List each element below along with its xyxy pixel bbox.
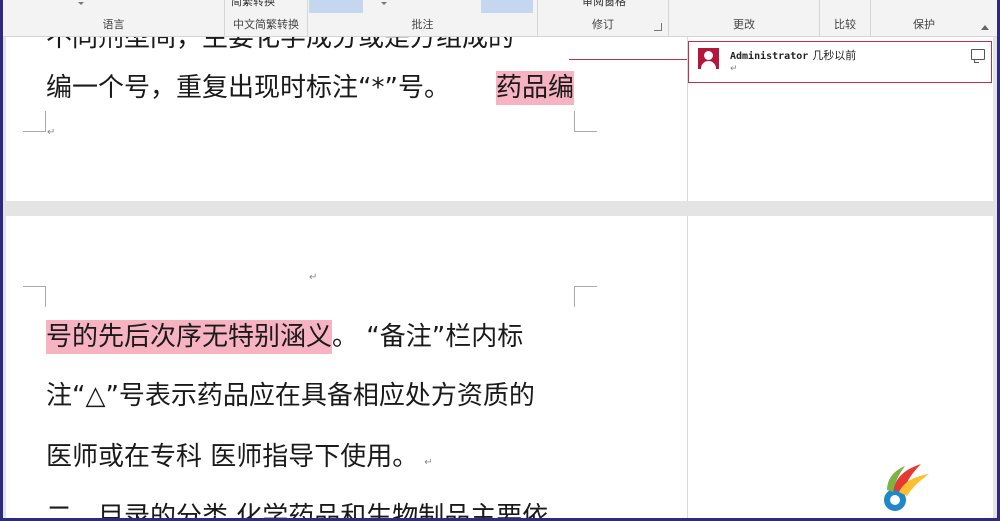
paragraph-mark: ↵ — [424, 457, 433, 468]
ribbon-group-label: 修订 — [592, 18, 614, 31]
margin-corner-mark — [23, 286, 46, 307]
markup-area — [687, 216, 993, 518]
commented-text-highlight[interactable]: 药品编 — [495, 71, 574, 105]
dialog-launcher-icon[interactable] — [654, 23, 662, 31]
document-text-line: 不同剂型间，主要化学成分或是方组成的 — [46, 37, 515, 53]
ribbon-group-label: 批注 — [411, 18, 434, 31]
document-text-line: 编一个号，重复出现时标注“*”号。 药品编 — [46, 71, 574, 105]
document-page: 不同剂型间，主要化学成分或是方组成的 编一个号，重复出现时标注“*”号。 药品编 … — [6, 37, 993, 201]
document-page: ↵ 号的先后次序无特别涵义。 “备注”栏内标 注“△”号表示药品应在具备相应处方… — [6, 216, 993, 518]
word-window: 语言 简繁转换 中文简繁转换 批注 审阅窗格 修订 更改 比较 保护 不同剂型间… — [3, 0, 997, 518]
margin-corner-mark — [23, 111, 46, 132]
ribbon-group-label: 比较 — [834, 18, 856, 31]
commented-text-highlight[interactable]: 号的先后次序无特别涵义 — [46, 320, 333, 354]
collapse-ribbon-icon[interactable] — [981, 25, 989, 30]
ribbon-group-label: 语言 — [102, 18, 125, 31]
paragraph-mark: ↵ — [309, 272, 318, 283]
comment-text[interactable]: ↵ — [730, 64, 738, 74]
ribbon-group-comments: 批注 — [308, 0, 538, 36]
ribbon-group-changes: 更改 — [669, 0, 820, 36]
convert-button-cut[interactable]: 简繁转换 — [231, 0, 275, 9]
comment-connector-line — [569, 59, 687, 60]
reply-icon[interactable] — [971, 49, 985, 63]
ribbon-group-chinese-conversion: 简繁转换 中文简繁转换 — [225, 0, 308, 36]
ribbon-group-label: 保护 — [913, 18, 935, 31]
paragraph-mark: ↵ — [47, 127, 56, 138]
text-run: 编一个号，重复出现时标注“*”号。 — [46, 73, 450, 103]
margin-corner-mark — [574, 111, 597, 132]
ribbon-group-language: 语言 — [3, 0, 225, 36]
ribbon: 语言 简繁转换 中文简繁转换 批注 审阅窗格 修订 更改 比较 保护 — [3, 0, 997, 37]
document-text-line: 二、目录的分类 化学药品和生物制品主要依 — [46, 502, 549, 518]
watermark-logo-icon — [884, 464, 929, 511]
text-run: 。 “备注”栏内标 — [332, 322, 524, 352]
margin-corner-mark — [574, 286, 597, 307]
comment-balloon[interactable]: Administrator 几秒以前 ↵ — [688, 41, 992, 83]
ribbon-group-tracking: 审阅窗格 修订 — [538, 0, 669, 36]
avatar — [698, 48, 719, 69]
comment-time: 几秒以前 — [812, 49, 857, 62]
text-run: 医师或在专科 医师指导下使用。 — [46, 442, 419, 472]
ribbon-group-label: 更改 — [733, 18, 755, 31]
ribbon-group-compare: 比较 — [820, 0, 871, 36]
ribbon-group-protect: 保护 — [871, 0, 977, 36]
document-text-line: 注“△”号表示药品应在具备相应处方资质的 — [46, 381, 535, 411]
comment-header: Administrator 几秒以前 — [730, 47, 856, 63]
reviewing-pane-button-cut[interactable]: 审阅窗格 — [582, 0, 626, 9]
document-text-line: 号的先后次序无特别涵义。 “备注”栏内标 — [46, 320, 523, 354]
comment-author: Administrator — [730, 51, 809, 62]
ribbon-group-label: 中文简繁转换 — [233, 18, 299, 31]
document-text-line: 医师或在专科 医师指导下使用。 ↵ — [46, 440, 433, 480]
